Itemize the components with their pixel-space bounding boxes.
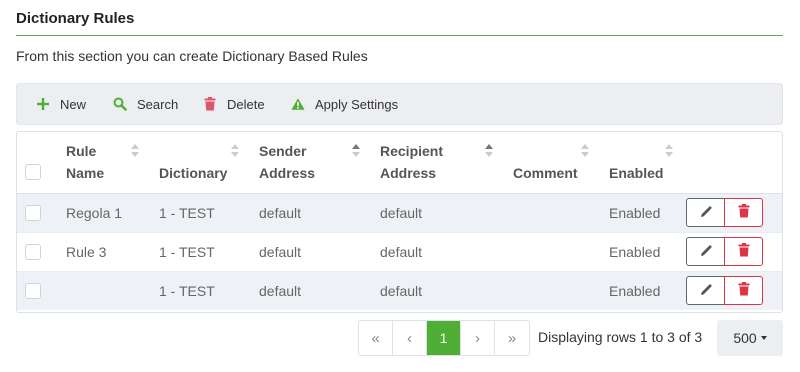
search-icon — [113, 97, 127, 111]
edit-row-button[interactable] — [686, 237, 725, 266]
cell-actions — [686, 271, 782, 310]
cell-recipient: default — [380, 204, 423, 221]
section-description: From this section you can create Diction… — [16, 48, 368, 64]
sort-icon[interactable] — [581, 144, 590, 160]
rules-table: Rule Name Dictionary Sender Address Reci… — [16, 131, 783, 313]
warning-icon — [291, 97, 305, 111]
table-row[interactable]: 1 - TEST default default Enabled — [17, 271, 782, 310]
column-label-rule-name-2: Name — [66, 164, 105, 181]
trash-icon — [738, 243, 750, 260]
search-button[interactable]: Search — [113, 84, 178, 124]
column-header-rule-name[interactable]: Rule Name — [59, 132, 152, 194]
apply-settings-label: Apply Settings — [315, 96, 399, 112]
select-all-checkbox[interactable] — [25, 163, 41, 180]
cell-comment — [506, 232, 602, 271]
next-page-button[interactable]: › — [461, 321, 495, 355]
cell-enabled: Enabled — [609, 243, 661, 260]
column-label-sender-2: Address — [259, 164, 316, 181]
page-size-dropdown[interactable]: 500 — [717, 320, 783, 356]
delete-row-button[interactable] — [724, 276, 763, 306]
cell-enabled: Enabled — [609, 282, 661, 299]
trash-icon — [738, 204, 750, 221]
cell-enabled: Enabled — [609, 204, 661, 221]
row-select-cell — [17, 271, 59, 310]
column-header-recipient[interactable]: Recipient Address — [373, 132, 506, 194]
trash-icon — [738, 282, 750, 299]
cell-rule-name — [59, 271, 152, 310]
column-header-actions — [686, 132, 782, 194]
pencil-icon — [700, 205, 712, 221]
page-size-value: 500 — [733, 330, 757, 346]
cell-sender: default — [259, 282, 302, 299]
table-header-row: Rule Name Dictionary Sender Address Reci… — [17, 132, 782, 194]
cell-rule-name: Regola 1 — [66, 204, 123, 221]
cell-recipient: default — [380, 243, 423, 260]
caret-down-icon — [760, 336, 767, 340]
column-label-recipient-1: Recipient — [380, 142, 444, 159]
column-label-dictionary: Dictionary — [159, 164, 228, 181]
search-button-label: Search — [137, 96, 179, 112]
cell-comment — [506, 271, 602, 310]
title-divider — [16, 35, 783, 36]
row-count-info: Displaying rows 1 to 3 of 3 — [538, 329, 703, 345]
toolbar: New Search Delete Apply Settings — [16, 83, 783, 125]
new-button[interactable]: New — [36, 84, 86, 124]
column-label-comment: Comment — [513, 164, 578, 181]
delete-row-button[interactable] — [724, 198, 763, 227]
cell-sender: default — [259, 243, 302, 260]
column-header-enabled[interactable]: Enabled — [602, 132, 686, 194]
page-title: Dictionary Rules — [16, 10, 135, 27]
column-label-rule-name-1: Rule — [66, 142, 97, 159]
pencil-icon — [700, 244, 712, 260]
row-checkbox[interactable] — [25, 205, 41, 222]
table-row[interactable]: Regola 1 1 - TEST default default Enable… — [17, 193, 782, 232]
row-checkbox[interactable] — [25, 283, 41, 300]
edit-row-button[interactable] — [686, 276, 725, 306]
column-header-dictionary[interactable]: Dictionary — [152, 132, 252, 194]
cell-comment — [506, 193, 602, 232]
table-row[interactable]: Rule 3 1 - TEST default default Enabled — [17, 232, 782, 271]
last-page-button[interactable]: » — [495, 321, 529, 355]
cell-sender: default — [259, 204, 302, 221]
sort-icon[interactable] — [131, 144, 140, 160]
cell-actions — [686, 193, 782, 232]
plus-icon — [36, 97, 50, 111]
cell-dictionary: 1 - TEST — [159, 204, 215, 221]
apply-settings-button[interactable]: Apply Settings — [291, 84, 398, 124]
delete-button-label: Delete — [227, 96, 265, 112]
cell-rule-name: Rule 3 — [66, 243, 107, 260]
sort-icon[interactable] — [485, 144, 494, 160]
row-select-cell — [17, 193, 59, 232]
sort-icon[interactable] — [665, 144, 674, 160]
sort-icon[interactable] — [231, 144, 240, 160]
new-button-label: New — [60, 96, 87, 112]
edit-row-button[interactable] — [686, 198, 725, 227]
row-select-cell — [17, 232, 59, 271]
row-checkbox[interactable] — [25, 244, 41, 261]
select-all-cell — [17, 132, 59, 194]
cell-recipient: default — [380, 282, 423, 299]
delete-row-button[interactable] — [724, 237, 763, 266]
column-label-recipient-2: Address — [380, 164, 437, 181]
prev-page-button[interactable]: ‹ — [393, 321, 427, 355]
column-header-comment[interactable]: Comment — [506, 132, 602, 194]
pagination: « ‹ 1 › » — [358, 320, 530, 356]
column-label-sender-1: Sender — [259, 142, 307, 159]
current-page-button[interactable]: 1 — [427, 321, 461, 355]
sort-icon[interactable] — [352, 144, 361, 160]
first-page-button[interactable]: « — [359, 321, 393, 355]
cell-actions — [686, 232, 782, 271]
cell-dictionary: 1 - TEST — [159, 243, 215, 260]
column-header-sender[interactable]: Sender Address — [252, 132, 373, 194]
cell-dictionary: 1 - TEST — [159, 282, 215, 299]
trash-icon — [203, 97, 217, 111]
pencil-icon — [700, 283, 712, 299]
delete-button[interactable]: Delete — [203, 84, 265, 124]
column-label-enabled: Enabled — [609, 164, 664, 181]
